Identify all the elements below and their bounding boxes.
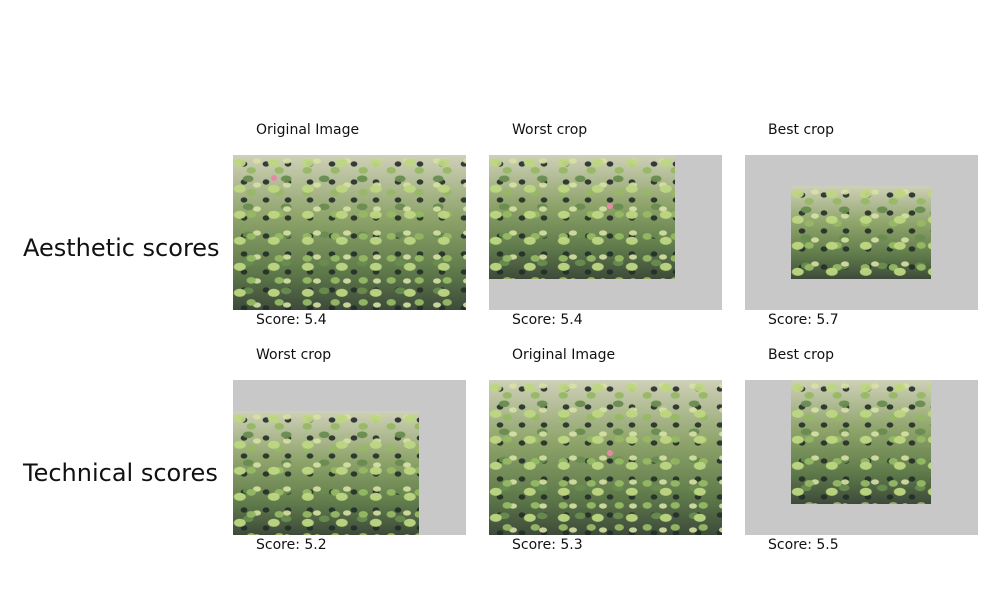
image-panel-original [233, 155, 466, 310]
panel-score: Score: 5.2 [256, 537, 327, 553]
image-panel-worst-crop [489, 155, 722, 310]
lotus-flower [271, 175, 277, 181]
lotus-flower [607, 450, 613, 456]
image-panel-worst-crop [233, 380, 466, 535]
lotus-pond-photo [791, 186, 931, 279]
image-panel-original [489, 380, 722, 535]
panel-caption: Original Image [256, 122, 360, 138]
panel-caption: Original Image [512, 347, 616, 363]
panel-score: Score: 5.4 [256, 312, 327, 328]
row-label-aesthetic: Aesthetic scores [23, 234, 220, 262]
panel-caption: Worst crop [512, 122, 588, 138]
row-label-technical: Technical scores [23, 459, 218, 487]
panel-caption: Best crop [768, 122, 835, 138]
lotus-pond-photo [233, 155, 466, 310]
image-panel-best-crop [745, 155, 978, 310]
lotus-pond-photo [233, 411, 419, 535]
panel-score: Score: 5.4 [512, 312, 583, 328]
image-panel-best-crop [745, 380, 978, 535]
panel-score: Score: 5.5 [768, 537, 839, 553]
lotus-pond-photo [489, 380, 722, 535]
lotus-flower [607, 203, 613, 209]
lotus-pond-photo [791, 380, 931, 504]
panel-caption: Worst crop [256, 347, 332, 363]
panel-score: Score: 5.7 [768, 312, 839, 328]
panel-caption: Best crop [768, 347, 835, 363]
lotus-pond-photo [489, 155, 675, 279]
panel-score: Score: 5.3 [512, 537, 583, 553]
